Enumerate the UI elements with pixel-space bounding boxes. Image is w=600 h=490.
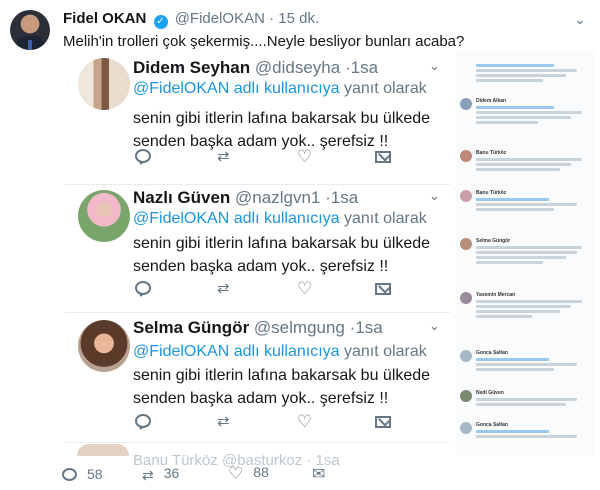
chevron-down-icon[interactable]: ⌄: [429, 318, 440, 334]
reply-author-name[interactable]: Nazlı Güven: [133, 188, 230, 207]
reply-text: senin gibi itlerin lafına bakarsak bu ül…: [133, 107, 430, 153]
thumbnail-avatar: [460, 422, 472, 434]
reply-icon[interactable]: [62, 468, 77, 481]
reply-avatar[interactable]: [78, 58, 130, 110]
reply-avatar[interactable]: [78, 190, 130, 242]
reply-icon[interactable]: [135, 414, 151, 428]
mention-link[interactable]: @FidelOKAN adlı kullanıcıya: [133, 80, 340, 97]
thumbnail-name: Banu Türköz: [476, 150, 507, 156]
like-icon[interactable]: ♡: [297, 280, 312, 297]
reply-timestamp[interactable]: 1sa: [331, 188, 358, 207]
thumbnail-avatar: [460, 150, 472, 162]
reply-text-line: senin gibi itlerin lafına bakarsak bu ül…: [133, 235, 431, 252]
reply-author-handle[interactable]: @nazlgvn1: [235, 188, 320, 207]
tweet-header: Fidel OKAN ✓ @FidelOKAN · 15 dk.: [63, 10, 319, 29]
reply-icon[interactable]: [135, 281, 151, 295]
like-icon[interactable]: ♡: [228, 464, 243, 484]
reply-context: @FidelOKAN adlı kullanıcıya yanıt olarak: [133, 210, 427, 228]
separator-dot: ·: [269, 10, 275, 27]
thumbnail-avatar: [460, 238, 472, 250]
reply-header: Nazlı Güven @nazlgvn1 ·1sa: [133, 188, 358, 208]
mention-link[interactable]: @FidelOKAN adlı kullanıcıya: [133, 343, 340, 360]
tweet-text: Melih'in trolleri çok şekermiş....Neyle …: [63, 33, 465, 50]
reply-text-line: senden başka adam yok.. şerefsiz !!: [133, 390, 389, 407]
chevron-down-icon[interactable]: ⌄: [574, 11, 586, 28]
retweet-icon[interactable]: ⇄: [217, 279, 230, 297]
retweet-icon[interactable]: ⇄: [217, 147, 230, 165]
retweet-count[interactable]: ⇄ 36: [142, 465, 179, 484]
tweet-stats: 58 ⇄ 36 ♡ 88 ✉: [62, 464, 362, 486]
reply-text-line: senden başka adam yok.. şerefsiz !!: [133, 258, 389, 275]
thumbnail-avatar: [460, 292, 472, 304]
reply-context-suffix: yanıt olarak: [344, 80, 427, 97]
reply-icon[interactable]: [135, 149, 151, 163]
avatar-tie: [28, 40, 32, 50]
thumbnail-name: Banu Türköz: [476, 190, 507, 196]
reply-timestamp[interactable]: 1sa: [355, 318, 382, 337]
author-avatar[interactable]: [10, 10, 50, 50]
verified-badge-icon: ✓: [153, 15, 168, 29]
reply-avatar[interactable]: [78, 320, 130, 372]
tweet-timestamp[interactable]: 15 dk.: [278, 10, 319, 27]
reply-text: senin gibi itlerin lafına bakarsak bu ül…: [133, 364, 430, 410]
reply-context-suffix: yanıt olarak: [344, 343, 427, 360]
retweet-icon[interactable]: ⇄: [142, 467, 154, 484]
reply-text-line: senin gibi itlerin lafına bakarsak bu ül…: [133, 110, 431, 127]
thumbnail-name: Gonca Saltan: [476, 350, 508, 356]
divider: [65, 442, 450, 443]
reply-context: @FidelOKAN adlı kullanıcıya yanıt olarak: [133, 343, 427, 361]
thumbnail-avatar: [460, 190, 472, 202]
reply-actions: ⇄ ♡: [135, 279, 395, 299]
reply-context-suffix: yanıt olarak: [344, 210, 427, 227]
reply-context: @FidelOKAN adlı kullanıcıya yanıt olarak: [133, 80, 427, 98]
like-icon[interactable]: ♡: [297, 413, 312, 430]
retweet-icon[interactable]: ⇄: [217, 412, 230, 430]
reply-header: Selma Güngör @selmgung ·1sa: [133, 318, 383, 338]
reply-text-line: senin gibi itlerin lafına bakarsak bu ül…: [133, 367, 431, 384]
reply-text: senin gibi itlerin lafına bakarsak bu ül…: [133, 232, 430, 278]
reply-header: Didem Seyhan @didseyha ·1sa: [133, 58, 378, 78]
reply-actions: ⇄ ♡: [135, 147, 395, 167]
reply-avatar[interactable]: [77, 444, 129, 456]
message-icon[interactable]: [375, 416, 391, 428]
divider: [65, 312, 450, 313]
chevron-down-icon[interactable]: ⌄: [429, 58, 440, 74]
reply-author-name[interactable]: Didem Seyhan: [133, 58, 250, 77]
thumbnail-column: Didem Alkan Banu Türköz Banu Türköz Selm…: [456, 50, 594, 456]
reply-count-value: 58: [87, 466, 103, 482]
message-icon[interactable]: [375, 283, 391, 295]
reply-actions: ⇄ ♡: [135, 412, 395, 432]
like-count-value: 88: [253, 464, 269, 480]
thumbnail-name: Gonca Saltan: [476, 422, 508, 428]
author-handle[interactable]: @FidelOKAN: [175, 10, 265, 27]
chevron-down-icon[interactable]: ⌄: [429, 188, 440, 204]
reply-author-name[interactable]: Selma Güngör: [133, 318, 249, 337]
message-icon[interactable]: ✉: [312, 464, 325, 484]
mention-link[interactable]: @FidelOKAN adlı kullanıcıya: [133, 210, 340, 227]
reply-author-handle[interactable]: @didseyha: [255, 58, 340, 77]
thumbnail-name: Selma Güngör: [476, 238, 511, 244]
thumbnail-name: Nedi Güven: [476, 390, 504, 396]
thumbnail-name: Yasemin Mercan: [476, 292, 516, 298]
thumbnail-name: Didem Alkan: [476, 98, 507, 104]
reply-timestamp[interactable]: 1sa: [351, 58, 378, 77]
divider: [65, 184, 450, 185]
author-name[interactable]: Fidel OKAN: [63, 10, 146, 27]
message-icon[interactable]: [375, 151, 391, 163]
reply-author-handle[interactable]: @selmgung: [254, 318, 345, 337]
like-count[interactable]: ♡ 88: [228, 464, 269, 484]
retweet-count-value: 36: [163, 465, 180, 481]
thumbnail-avatar: [460, 390, 472, 402]
reply-count[interactable]: 58: [62, 466, 103, 482]
thumbnail-avatar: [460, 98, 472, 110]
thumbnail-avatar: [460, 350, 472, 362]
like-icon[interactable]: ♡: [297, 148, 312, 165]
